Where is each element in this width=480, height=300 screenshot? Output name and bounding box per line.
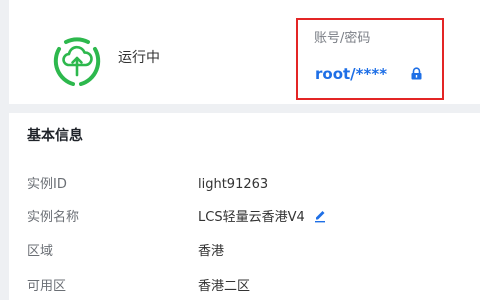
- info-value: 香港: [198, 244, 225, 259]
- status-card: 运行中 账号/密码 root/****: [9, 0, 480, 104]
- instance-name-value: LCS轻量云香港V4: [198, 210, 305, 225]
- info-value: light91263: [198, 177, 269, 192]
- info-row-zone: 可用区 香港二区: [27, 277, 467, 297]
- info-label: 实例名称: [27, 210, 80, 225]
- info-label: 实例ID: [27, 177, 67, 192]
- cloud-upload-icon: [53, 37, 101, 86]
- lock-icon[interactable]: [410, 67, 423, 80]
- info-label: 区域: [27, 244, 54, 259]
- credentials-value: root/****: [315, 65, 388, 83]
- info-value-wrap: LCS轻量云香港V4: [198, 208, 327, 228]
- info-value: 香港二区: [198, 279, 251, 294]
- section-title: 基本信息: [27, 128, 83, 144]
- instance-detail-page: 运行中 账号/密码 root/**** 基本信息 实例ID light91263…: [0, 0, 480, 300]
- info-row-region: 区域 香港: [27, 242, 467, 262]
- info-row-instance-id: 实例ID light91263: [27, 175, 467, 195]
- credentials-label: 账号/密码: [314, 31, 371, 46]
- info-label: 可用区: [27, 279, 67, 294]
- edit-icon[interactable]: [313, 209, 327, 223]
- info-row-instance-name: 实例名称 LCS轻量云香港V4: [27, 208, 467, 228]
- credentials-panel: 账号/密码 root/****: [296, 18, 444, 100]
- instance-status: 运行中: [118, 50, 160, 66]
- basic-info-card: 基本信息 实例ID light91263 实例名称 LCS轻量云香港V4 区域 …: [9, 113, 480, 300]
